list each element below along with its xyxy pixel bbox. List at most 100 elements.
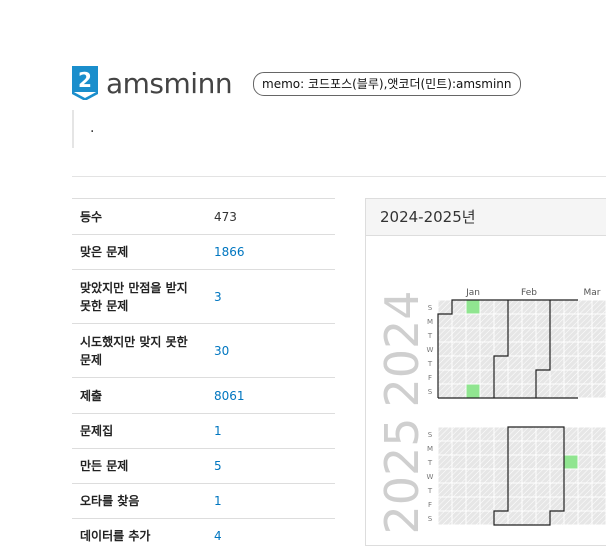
heatmap-cell-active[interactable] <box>563 454 579 470</box>
stat-value[interactable]: 3 <box>206 269 335 324</box>
heatmap-cell[interactable] <box>479 355 495 371</box>
heatmap-cell[interactable] <box>507 299 523 315</box>
heatmap-cell[interactable] <box>549 369 565 385</box>
heatmap-cell[interactable] <box>437 369 453 385</box>
heatmap-cell[interactable] <box>549 341 565 357</box>
heatmap-cell[interactable] <box>521 496 537 512</box>
heatmap-cell[interactable] <box>591 440 606 456</box>
heatmap-cell[interactable] <box>507 454 523 470</box>
heatmap-cell[interactable] <box>535 482 551 498</box>
heatmap-cell[interactable] <box>507 426 523 442</box>
heatmap-cell[interactable] <box>465 468 481 484</box>
heatmap-cell[interactable] <box>535 454 551 470</box>
heatmap-cell[interactable] <box>577 468 593 484</box>
heatmap-cell[interactable] <box>591 299 606 315</box>
stat-value[interactable]: 1 <box>206 483 335 519</box>
heatmap-cell[interactable] <box>451 496 467 512</box>
heatmap-cell[interactable] <box>577 299 593 315</box>
heatmap-cell[interactable] <box>535 327 551 343</box>
heatmap-cell[interactable] <box>591 454 606 470</box>
heatmap-cell[interactable] <box>493 496 509 512</box>
heatmap-cell[interactable] <box>479 327 495 343</box>
heatmap-cell[interactable] <box>465 313 481 329</box>
heatmap-cell[interactable] <box>563 299 579 315</box>
heatmap-cell[interactable] <box>493 440 509 456</box>
heatmap-cell[interactable] <box>507 440 523 456</box>
heatmap-cell[interactable] <box>535 468 551 484</box>
heatmap-cell[interactable] <box>577 369 593 385</box>
heatmap-cell[interactable] <box>507 496 523 512</box>
heatmap-cell[interactable] <box>493 327 509 343</box>
heatmap-cell[interactable] <box>535 383 551 399</box>
heatmap-cell[interactable] <box>507 341 523 357</box>
heatmap-cell[interactable] <box>535 341 551 357</box>
heatmap-cell[interactable] <box>549 496 565 512</box>
heatmap-cell[interactable] <box>465 496 481 512</box>
heatmap-cell[interactable] <box>451 426 467 442</box>
heatmap-cell[interactable] <box>563 369 579 385</box>
heatmap-cell[interactable] <box>507 482 523 498</box>
heatmap-cell[interactable] <box>535 496 551 512</box>
heatmap-cell[interactable] <box>507 510 523 526</box>
heatmap-cell[interactable] <box>437 341 453 357</box>
heatmap-cell[interactable] <box>549 426 565 442</box>
heatmap-cell[interactable] <box>549 355 565 371</box>
heatmap-cell[interactable] <box>577 496 593 512</box>
heatmap-cell[interactable] <box>507 369 523 385</box>
heatmap-cell[interactable] <box>563 383 579 399</box>
heatmap-cell[interactable] <box>521 327 537 343</box>
heatmap-cell[interactable] <box>577 454 593 470</box>
heatmap-cell[interactable] <box>521 468 537 484</box>
heatmap-cell[interactable] <box>549 313 565 329</box>
heatmap-cell[interactable] <box>591 341 606 357</box>
heatmap-cell[interactable] <box>451 369 467 385</box>
heatmap-cell[interactable] <box>507 468 523 484</box>
stat-value[interactable]: 5 <box>206 448 335 484</box>
stat-value[interactable]: 1 <box>206 413 335 449</box>
heatmap-cell[interactable] <box>563 426 579 442</box>
heatmap-cell[interactable] <box>535 426 551 442</box>
heatmap-cell[interactable] <box>437 426 453 442</box>
heatmap-cell[interactable] <box>451 440 467 456</box>
heatmap-cell[interactable] <box>437 496 453 512</box>
heatmap-cell[interactable] <box>437 468 453 484</box>
heatmap-cell[interactable] <box>563 510 579 526</box>
heatmap-cell[interactable] <box>507 355 523 371</box>
heatmap-cell[interactable] <box>437 440 453 456</box>
heatmap-cell[interactable] <box>479 468 495 484</box>
heatmap-cell[interactable] <box>591 313 606 329</box>
heatmap-cell[interactable] <box>563 440 579 456</box>
heatmap-cell[interactable] <box>577 341 593 357</box>
heatmap-cell[interactable] <box>563 313 579 329</box>
heatmap-cell[interactable] <box>493 299 509 315</box>
heatmap-cell[interactable] <box>479 510 495 526</box>
heatmap-cell[interactable] <box>563 482 579 498</box>
heatmap-cell[interactable] <box>535 369 551 385</box>
heatmap-cell[interactable] <box>577 440 593 456</box>
heatmap-cell[interactable] <box>591 510 606 526</box>
heatmap-cell[interactable] <box>493 482 509 498</box>
heatmap-cell[interactable] <box>451 313 467 329</box>
heatmap-cell[interactable] <box>451 327 467 343</box>
heatmap-cell[interactable] <box>577 383 593 399</box>
heatmap-cell[interactable] <box>451 510 467 526</box>
heatmap-cell[interactable] <box>465 426 481 442</box>
heatmap-cell[interactable] <box>465 369 481 385</box>
heatmap-cell[interactable] <box>493 454 509 470</box>
heatmap-cell[interactable] <box>591 369 606 385</box>
heatmap-cell[interactable] <box>535 355 551 371</box>
heatmap-cell[interactable] <box>451 454 467 470</box>
heatmap-cell[interactable] <box>493 426 509 442</box>
heatmap-cell[interactable] <box>479 426 495 442</box>
heatmap-cell[interactable] <box>591 383 606 399</box>
heatmap-cell[interactable] <box>451 299 467 315</box>
heatmap-cell[interactable] <box>437 355 453 371</box>
heatmap-cell[interactable] <box>465 355 481 371</box>
heatmap-cell[interactable] <box>437 510 453 526</box>
heatmap-cell[interactable] <box>549 327 565 343</box>
heatmap-cell[interactable] <box>549 383 565 399</box>
heatmap-cell[interactable] <box>549 468 565 484</box>
heatmap-cell[interactable] <box>577 426 593 442</box>
heatmap-cell[interactable] <box>493 313 509 329</box>
stat-value[interactable]: 8061 <box>206 377 335 414</box>
